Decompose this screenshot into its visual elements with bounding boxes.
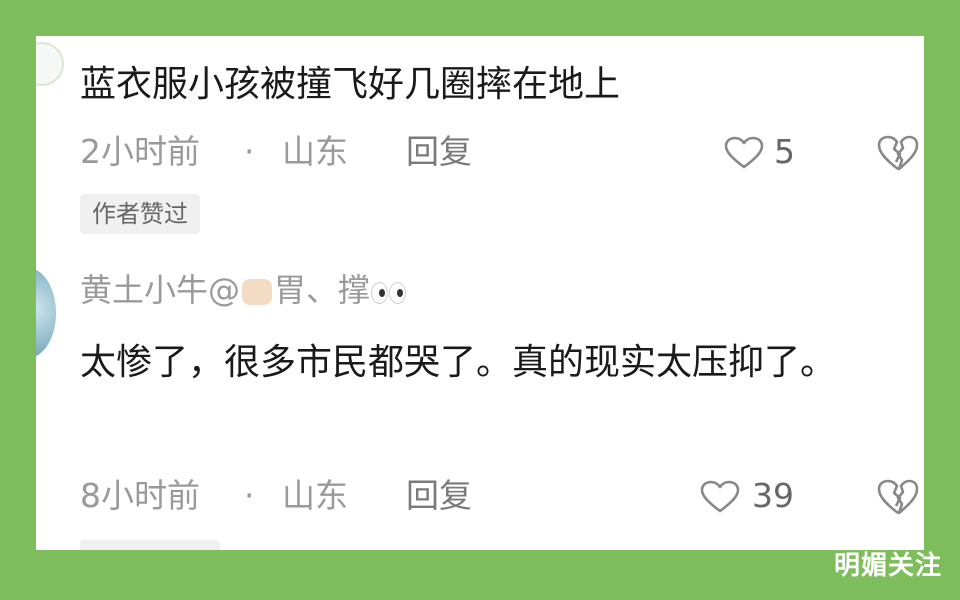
comment-location: 山东 bbox=[282, 132, 348, 171]
meta-separator: · bbox=[244, 476, 255, 515]
like-count: 5 bbox=[774, 132, 795, 171]
eyes-emoji-icon bbox=[370, 280, 407, 304]
fist-emoji-icon bbox=[242, 279, 273, 305]
avatar[interactable] bbox=[36, 268, 56, 358]
comment-username[interactable]: 黄土小牛@ 胃、撑 bbox=[80, 268, 407, 312]
like-count: 39 bbox=[752, 476, 794, 515]
comment-meta: 8小时前 · 山东 回复 39 bbox=[80, 476, 924, 516]
watermark: 明媚关注 bbox=[833, 551, 942, 581]
username-text: 胃 bbox=[274, 271, 307, 309]
reply-button[interactable]: 回复 bbox=[406, 476, 472, 516]
comment-time: 8小时前 bbox=[80, 476, 200, 515]
comment-panel: 蓝衣服小孩被撞飞好几圈摔在地上 2小时前 · 山东 回复 5 作者赞过 黄土小牛… bbox=[36, 36, 924, 550]
comment-location: 山东 bbox=[282, 476, 348, 515]
comment-text: 蓝衣服小孩被撞飞好几圈摔在地上 bbox=[80, 64, 621, 105]
reply-button[interactable]: 回复 bbox=[406, 132, 472, 172]
comment-text: 太惨了，很多市民都哭了。真的现实太压抑了。 bbox=[80, 342, 837, 383]
author-liked-badge bbox=[80, 540, 220, 550]
meta-separator: · bbox=[244, 132, 255, 171]
username-text: 黄土小牛@ bbox=[80, 271, 241, 309]
heart-outline-icon[interactable] bbox=[700, 480, 740, 514]
comment-meta: 2小时前 · 山东 回复 5 bbox=[80, 132, 924, 172]
broken-heart-icon[interactable] bbox=[876, 478, 920, 516]
broken-heart-icon[interactable] bbox=[876, 134, 920, 172]
author-liked-badge: 作者赞过 bbox=[80, 194, 200, 234]
heart-outline-icon[interactable] bbox=[724, 136, 764, 170]
comment-time: 2小时前 bbox=[80, 132, 200, 171]
username-text: 、撑 bbox=[306, 271, 371, 309]
avatar[interactable] bbox=[36, 42, 64, 86]
